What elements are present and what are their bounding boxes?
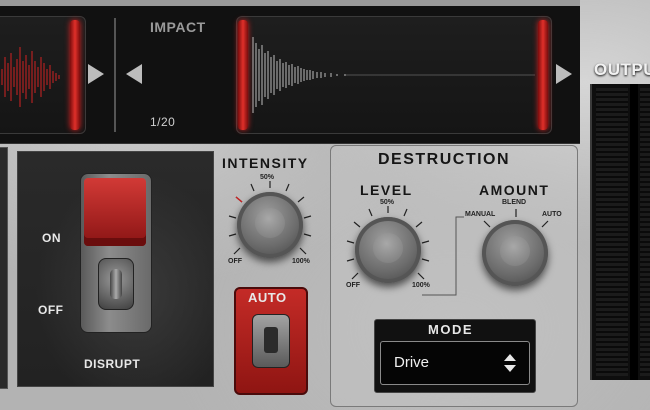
disrupt-title: DISRUPT xyxy=(84,357,141,371)
updown-chevron-icon xyxy=(504,354,516,372)
auto-switch-icon[interactable] xyxy=(252,314,290,368)
toggle-lever-icon[interactable] xyxy=(98,258,134,310)
slot-title: IMPACT xyxy=(150,19,206,35)
intensity-title: INTENSITY xyxy=(222,155,309,171)
waveform-left xyxy=(1,47,60,107)
slot-counter: 1/20 xyxy=(150,115,176,129)
intensity-tick-max: 100% xyxy=(292,258,310,265)
next-arrow-icon[interactable] xyxy=(88,64,104,84)
sample-strip: IMPACT 1/20 xyxy=(0,0,580,144)
auto-label: AUTO xyxy=(248,290,287,305)
amount-title: AMOUNT xyxy=(479,182,550,198)
mode-value: Drive xyxy=(394,354,430,371)
amount-knob[interactable] xyxy=(482,220,548,286)
next-arrow-icon[interactable] xyxy=(556,64,572,84)
level-title: LEVEL xyxy=(360,182,413,198)
toggle-guard-cap[interactable] xyxy=(84,178,146,246)
mode-title: MODE xyxy=(428,322,473,337)
intensity-tick-mid: 50% xyxy=(260,174,275,181)
level-knob[interactable] xyxy=(355,217,421,283)
slot-divider xyxy=(114,18,116,132)
output-meter-left xyxy=(596,88,628,376)
disrupt-on-label: ON xyxy=(42,231,61,245)
left-panel-edge xyxy=(0,147,8,389)
level-amount-connector xyxy=(422,216,464,296)
waveform-main xyxy=(252,37,535,113)
disrupt-off-label: OFF xyxy=(38,303,64,317)
output-title: OUTPU xyxy=(594,60,650,79)
end-handle[interactable] xyxy=(538,20,548,130)
start-handle[interactable] xyxy=(238,20,248,130)
level-tick-mid: 50% xyxy=(380,199,395,206)
level-tick-min: OFF xyxy=(346,282,360,289)
output-meter-right xyxy=(640,88,650,376)
previous-arrow-icon[interactable] xyxy=(126,64,142,84)
left-slot-handle[interactable] xyxy=(70,20,80,130)
current-sample-slot[interactable] xyxy=(236,16,552,134)
intensity-knob[interactable] xyxy=(237,192,303,258)
intensity-tick-min: OFF xyxy=(228,258,242,265)
output-meter-panel xyxy=(590,84,650,380)
mode-select[interactable]: Drive xyxy=(380,341,530,385)
destruction-title: DESTRUCTION xyxy=(378,151,511,168)
